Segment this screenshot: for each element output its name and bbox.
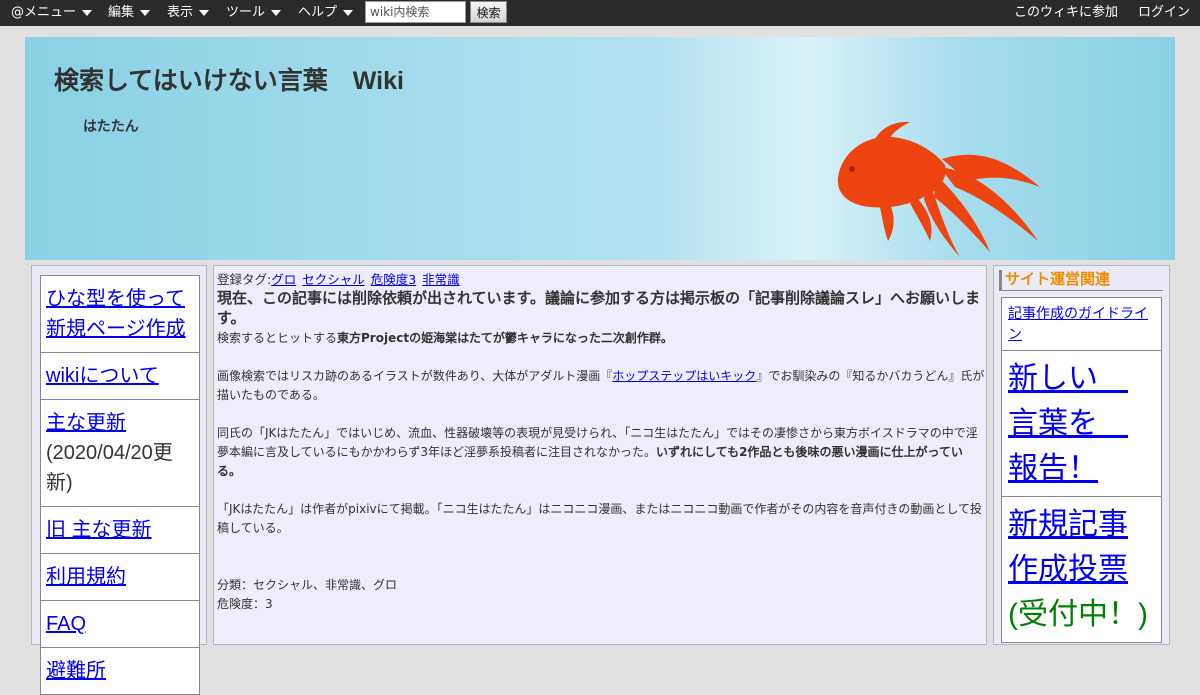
chevron-down-icon (82, 9, 93, 16)
site-subtitle: はたたん (83, 118, 139, 134)
terms-of-use-link[interactable]: 利用規約 (46, 566, 126, 588)
goldfish-illustration (837, 121, 1040, 257)
left-menu: ひな型を使って新規ページ作成 wikiについて 主な更新 (2020/04/20更… (40, 275, 200, 695)
menu-view[interactable]: 表示 (167, 0, 210, 26)
search-button[interactable]: 検索 (470, 1, 507, 23)
about-wiki-link[interactable]: wikiについて (46, 365, 159, 387)
chevron-down-icon (199, 9, 210, 16)
paragraph-publication: 「JKはたたん」は作者がpixivにて掲載。「ニコ生はたたん」はニコニコ漫画、ま… (217, 502, 983, 535)
chevron-down-icon (343, 9, 354, 16)
tags-label: 登録タグ: (217, 272, 272, 287)
paragraph-works: 同氏の「JKはたたん」ではいじめ、流血、性器破壊等の表現が見受けられ、「ニコ生は… (217, 424, 986, 481)
article-guideline-link[interactable]: 記事作成のガイドライン (1008, 305, 1148, 342)
chevron-down-icon (271, 9, 282, 16)
search-input[interactable] (365, 1, 466, 23)
menu-edit-label: 編集 (108, 5, 135, 20)
site-operation-heading: サイト運営関連 (999, 270, 1163, 291)
left-menu-item: 主な更新 (2020/04/20更新) (40, 400, 200, 507)
new-article-vote-link[interactable]: 新規記事作成投票 (1008, 508, 1128, 586)
right-menu-item: 新規記事作成投票 (受付中！) (1001, 497, 1162, 643)
menu-tools-label: ツール (226, 5, 266, 20)
left-menu-item: ひな型を使って新規ページ作成 (40, 275, 200, 353)
faq-link[interactable]: FAQ (46, 613, 86, 635)
new-page-from-template-link[interactable]: ひな型を使って新規ページ作成 (46, 288, 186, 340)
danger-level-line: 危険度：3 (217, 597, 273, 611)
right-sidebar: サイト運営関連 記事作成のガイドライン 新しい 言葉を 報告！ 新規記事作成投票… (993, 265, 1170, 645)
deletion-notice: 現在、この記事には削除依頼が出されています。議論に参加する方は掲示板の「記事削除… (217, 290, 981, 327)
menu-atmenu-label: @メニュー (11, 5, 77, 20)
header-banner: 検索してはいけない言葉 Wiki はたたん (25, 37, 1175, 260)
menu-view-label: 表示 (167, 5, 194, 20)
join-wiki-link[interactable]: このウィキに参加 (1014, 0, 1118, 26)
paragraph-image-search: 画像検索ではリスカ跡のあるイラストが数件あり、大体がアダルト漫画『ホップステップ… (217, 367, 986, 405)
menu-tools[interactable]: ツール (226, 0, 282, 26)
intro-prefix: 検索するとヒットする (217, 331, 338, 345)
report-new-word-link[interactable]: 新しい 言葉を 報告！ (1008, 362, 1128, 485)
tag-link-sexual[interactable]: セクシャル (302, 272, 365, 287)
tag-link-unusual[interactable]: 非常識 (422, 272, 460, 287)
vote-status-note: (受付中！) (1008, 598, 1148, 631)
right-menu-item: 新しい 言葉を 報告！ (1001, 351, 1162, 497)
left-menu-item: FAQ (40, 601, 200, 648)
left-sidebar: ひな型を使って新規ページ作成 wikiについて 主な更新 (2020/04/20更… (31, 265, 207, 695)
article-content: 登録タグ:グロ セクシャル 危険度3 非常識 現在、この記事には削除依頼が出され… (213, 265, 987, 645)
menu-help-label: ヘルプ (298, 5, 338, 20)
tag-list: 登録タグ:グロ セクシャル 危険度3 非常識 (217, 270, 986, 289)
left-menu-item: 利用規約 (40, 554, 200, 601)
para1-before: 画像検索ではリスカ跡のあるイラストが数件あり、大体がアダルト漫画『 (217, 369, 613, 383)
menu-edit[interactable]: 編集 (108, 0, 151, 26)
right-menu-item: 記事作成のガイドライン (1001, 297, 1162, 351)
left-menu-item: 避難所 (40, 648, 200, 695)
menu-help[interactable]: ヘルプ (298, 0, 354, 26)
left-menu-item: 旧 主な更新 (40, 507, 200, 554)
site-title[interactable]: 検索してはいけない言葉 Wiki (54, 61, 404, 97)
old-main-updates-link[interactable]: 旧 主な更新 (46, 519, 152, 541)
intro-bold: 東方Projectの姫海棠はたてが鬱キャラになった二次創作群。 (337, 331, 673, 345)
chevron-down-icon (140, 9, 151, 16)
right-menu: 記事作成のガイドライン 新しい 言葉を 報告！ 新規記事作成投票 (受付中！) (1001, 297, 1162, 643)
login-link[interactable]: ログイン (1138, 0, 1190, 26)
left-menu-item: wikiについて (40, 353, 200, 400)
tag-link-guro[interactable]: グロ (271, 272, 296, 287)
tag-link-danger3[interactable]: 危険度3 (371, 272, 416, 287)
main-updates-date: (2020/04/20更新) (46, 442, 173, 494)
shelter-link[interactable]: 避難所 (46, 660, 106, 682)
intro-paragraph: 検索するとヒットする東方Projectの姫海棠はたてが鬱キャラになった二次創作群… (217, 329, 986, 348)
top-toolbar: @メニュー 編集 表示 ツール ヘルプ 検索 このウィキに参加 ログイン (0, 0, 1200, 26)
hop-step-hai-kick-link[interactable]: ホップステップはいキック (612, 369, 756, 383)
menu-atmenu[interactable]: @メニュー (11, 0, 93, 26)
main-updates-link[interactable]: 主な更新 (46, 412, 126, 434)
category-line: 分類：セクシャル、非常識、グロ (217, 578, 398, 592)
